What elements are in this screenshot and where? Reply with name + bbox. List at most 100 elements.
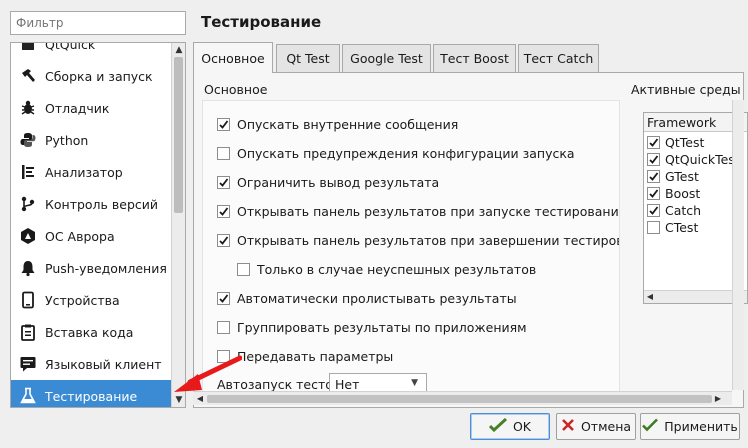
sidebar-item-push-notifications[interactable]: Push-уведомления: [11, 252, 173, 284]
cancel-icon: [561, 418, 575, 435]
checkbox-unchecked[interactable]: [217, 321, 230, 334]
sidebar-item-analyzer[interactable]: Анализатор: [11, 156, 173, 188]
analyzer-icon: [17, 162, 39, 182]
checkbox-checked[interactable]: [647, 187, 660, 200]
framework-item-boost[interactable]: Boost: [647, 186, 700, 201]
option-limit-result-output[interactable]: Ограничить вывод результата: [217, 175, 439, 190]
apply-button[interactable]: Применить: [640, 413, 740, 440]
option-label: Автоматически пролистывать результаты: [237, 291, 517, 306]
framework-item-ctest[interactable]: CTest: [647, 220, 698, 235]
panel-hscrollbar[interactable]: ◀ ▶: [193, 391, 732, 405]
framework-item-gtest[interactable]: GTest: [647, 169, 699, 184]
option-open-results-on-finish[interactable]: Открывать панель результатов при заверше…: [217, 233, 620, 248]
checkbox-checked[interactable]: [647, 136, 660, 149]
tab-boost-test[interactable]: Тест Boost: [433, 44, 516, 72]
option-label: Открывать панель результатов при заверше…: [237, 233, 620, 248]
device-icon: [17, 290, 39, 310]
tab-catch-test[interactable]: Тест Catch: [518, 44, 599, 72]
sidebar-item-build-run[interactable]: Сборка и запуск: [11, 60, 173, 92]
frameworks-title: Активные среды: [631, 82, 741, 97]
ok-button[interactable]: OK: [470, 413, 550, 440]
checkbox-checked[interactable]: [217, 292, 230, 305]
sidebar-item-version-control[interactable]: Контроль версий: [11, 188, 173, 220]
sidebar-item-testing[interactable]: Тестирование: [11, 380, 173, 407]
sidebar-scroll-thumb[interactable]: [174, 57, 183, 213]
sidebar-list: QtQuick Сборка и запуск Отладчик Python …: [11, 42, 173, 407]
sidebar-item-aurora-os[interactable]: ОС Аврора: [11, 220, 173, 252]
checkbox-unchecked[interactable]: [217, 147, 230, 160]
framework-item-qttest[interactable]: QtTest: [647, 135, 704, 150]
sidebar-item-label: QtQuick: [45, 42, 96, 52]
annotation-arrow-icon: [174, 355, 242, 392]
option-open-results-on-start[interactable]: Открывать панель результатов при запуске…: [217, 204, 620, 219]
option-label: Только в случае неуспешных результатов: [257, 262, 537, 277]
framework-item-qtquicktest[interactable]: QtQuickTest: [647, 152, 740, 167]
sidebar-item-label: Анализатор: [45, 164, 123, 180]
option-only-on-failure[interactable]: Только в случае неуспешных результатов: [237, 262, 536, 277]
sidebar-item-debugger[interactable]: Отладчик: [11, 92, 173, 124]
option-label: Опускать предупреждения конфигурации зап…: [237, 146, 575, 161]
option-omit-run-config-warnings[interactable]: Опускать предупреждения конфигурации зап…: [217, 146, 575, 161]
sidebar-item-devices[interactable]: Устройства: [11, 284, 173, 316]
scroll-right-icon[interactable]: ▶: [713, 393, 723, 405]
bell-icon: [17, 258, 39, 278]
checkbox-checked[interactable]: [647, 204, 660, 217]
option-auto-scroll-results[interactable]: Автоматически пролистывать результаты: [217, 291, 517, 306]
option-label: Ограничить вывод результата: [237, 175, 440, 190]
option-pass-parameters[interactable]: Передавать параметры: [217, 349, 393, 364]
sidebar-item-label: Python: [45, 132, 89, 148]
framework-item-catch[interactable]: Catch: [647, 203, 701, 218]
tab-general[interactable]: Основное: [193, 42, 273, 73]
option-label: Передавать параметры: [237, 349, 394, 364]
sidebar: QtQuick Сборка и запуск Отладчик Python …: [10, 42, 186, 408]
panel-vscrollbar[interactable]: [732, 100, 744, 390]
checkbox-checked[interactable]: [217, 205, 230, 218]
sidebar-item-label: ОС Аврора: [45, 228, 115, 244]
checkbox-checked[interactable]: [647, 170, 660, 183]
chevron-down-icon: ▼: [411, 378, 418, 388]
tab-qt-test[interactable]: Qt Test: [276, 44, 340, 72]
sidebar-item-qtquick[interactable]: QtQuick: [11, 42, 173, 60]
scroll-left-icon[interactable]: ◀: [645, 291, 655, 303]
checkbox-checked[interactable]: [217, 176, 230, 189]
sidebar-item-label: Push-уведомления: [45, 260, 167, 276]
autorun-select[interactable]: Нет ▼: [329, 373, 427, 392]
flask-icon: [17, 386, 39, 406]
tab-google-test[interactable]: Google Test: [342, 44, 431, 72]
cancel-label: Отмена: [580, 419, 632, 434]
autorun-value: Нет: [335, 376, 360, 392]
framework-label: Catch: [665, 203, 702, 218]
checkbox-checked[interactable]: [647, 153, 660, 166]
sidebar-item-label: Отладчик: [45, 100, 110, 116]
version-control-icon: [17, 194, 39, 214]
framework-label: QtQuickTest: [665, 152, 740, 167]
sidebar-item-language-client[interactable]: Языковый клиент: [11, 348, 173, 380]
checkbox-unchecked[interactable]: [647, 221, 660, 234]
checkbox-unchecked[interactable]: [237, 263, 250, 276]
option-group-by-application[interactable]: Группировать результаты по приложениям: [217, 320, 527, 335]
option-label: Открывать панель результатов при запуске…: [237, 204, 620, 219]
framework-label: CTest: [665, 220, 699, 235]
sidebar-item-label: Языковый клиент: [45, 356, 162, 372]
page-title: Тестирование: [201, 13, 322, 31]
scroll-up-icon[interactable]: ▲: [174, 44, 184, 56]
checkbox-checked[interactable]: [217, 118, 230, 131]
cancel-button[interactable]: Отмена: [556, 413, 636, 440]
checkbox-checked[interactable]: [217, 234, 230, 247]
filter-input[interactable]: [10, 11, 186, 35]
framework-label: QtTest: [665, 135, 705, 150]
qtquick-icon: [17, 43, 39, 54]
option-label: Опускать внутренние сообщения: [237, 117, 459, 132]
sidebar-item-snippets[interactable]: Вставка кода: [11, 316, 173, 348]
option-label: Группировать результаты по приложениям: [237, 320, 527, 335]
sidebar-item-label: Тестирование: [45, 388, 138, 404]
sidebar-item-label: Устройства: [45, 292, 120, 308]
sidebar-item-python[interactable]: Python: [11, 124, 173, 156]
section-title: Основное: [204, 82, 268, 97]
option-omit-internal-messages[interactable]: Опускать внутренние сообщения: [217, 117, 458, 132]
panel-hscroll-thumb[interactable]: [207, 395, 712, 403]
framework-label: GTest: [665, 169, 699, 184]
general-options-group: Опускать внутренние сообщения Опускать п…: [202, 100, 620, 392]
framework-label: Boost: [665, 186, 701, 201]
chat-icon: [17, 354, 39, 374]
